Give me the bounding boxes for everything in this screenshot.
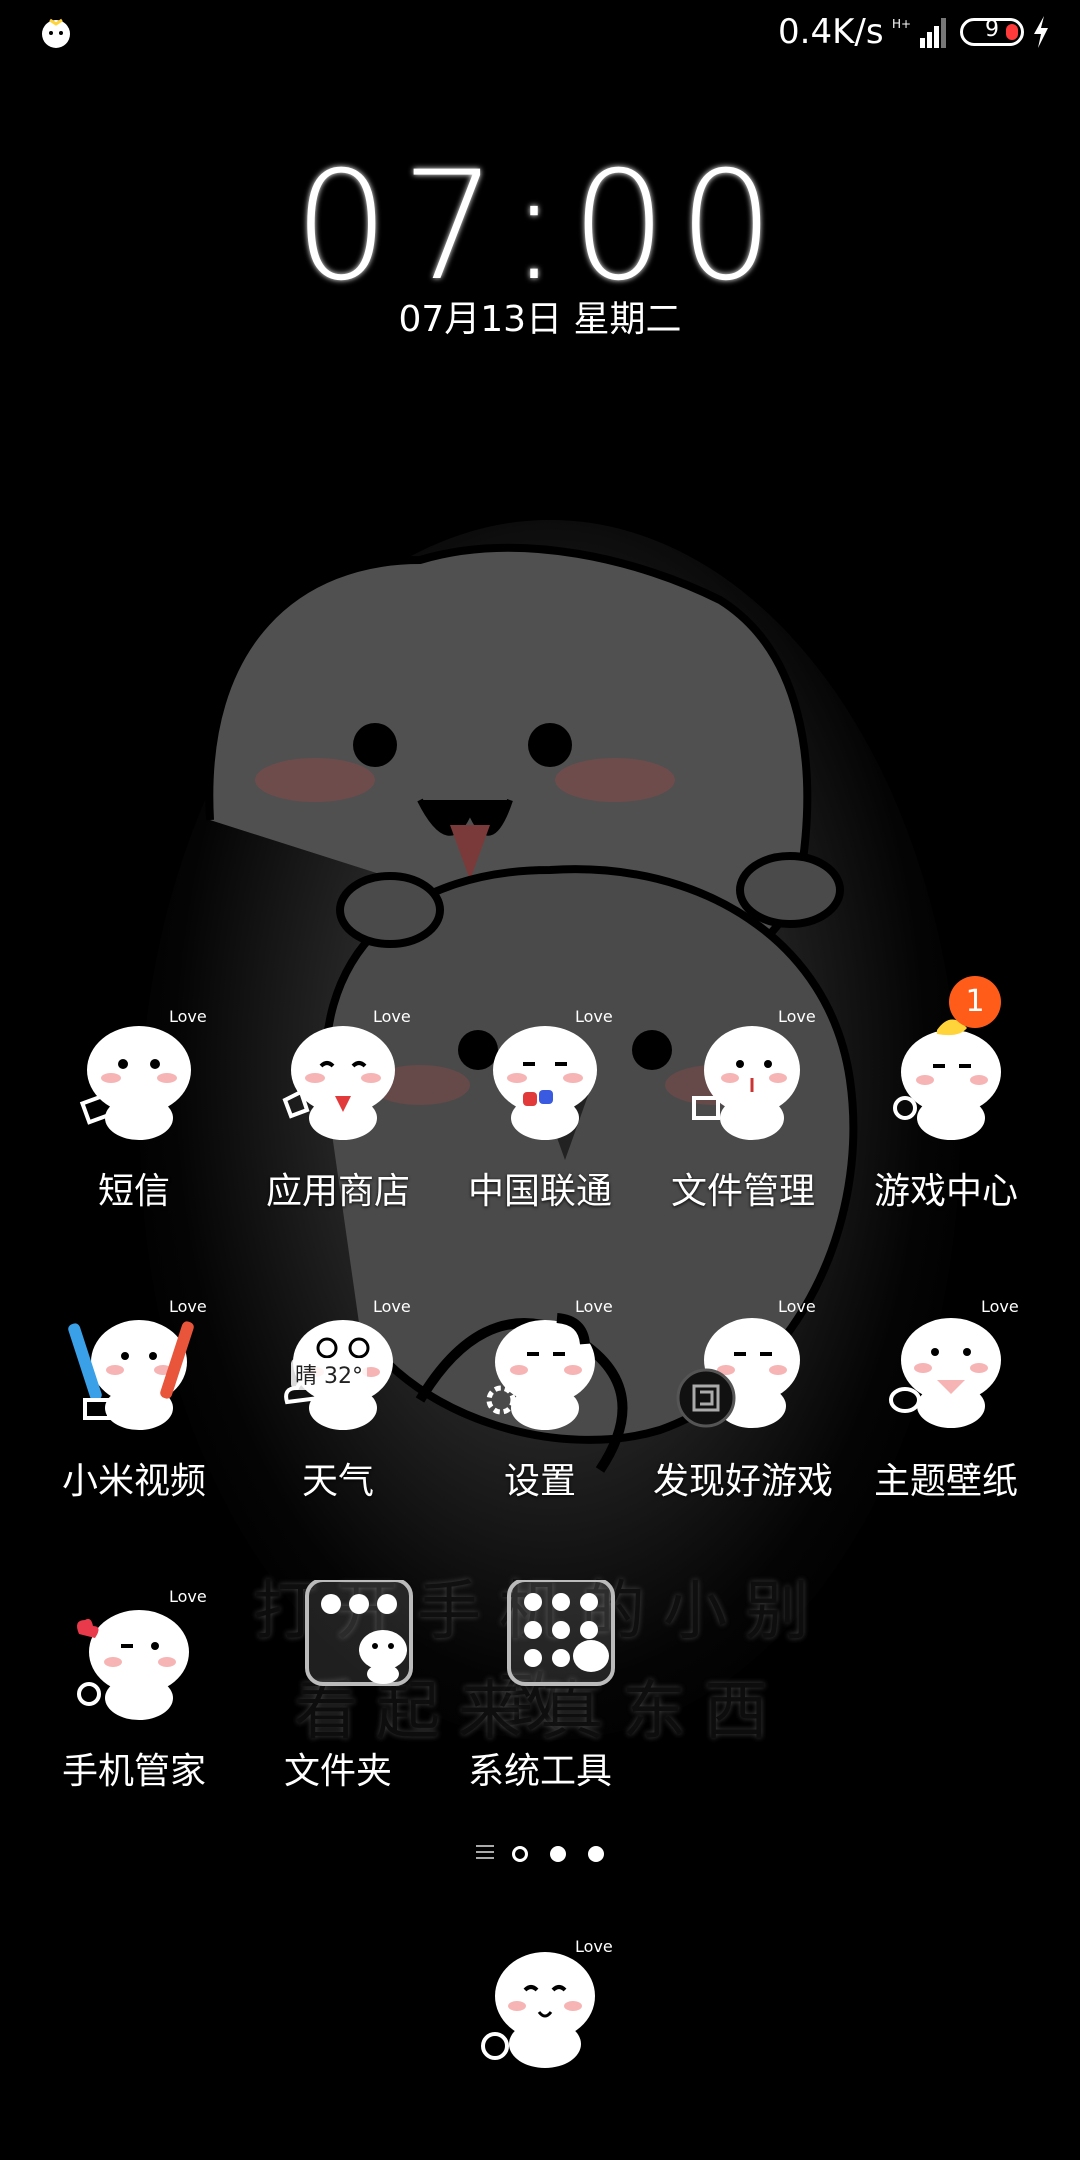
svg-text:Love: Love	[169, 1297, 207, 1316]
app-file-manager[interactable]: Love 文件管理	[643, 1000, 843, 1216]
folder-files[interactable]: 文件夹	[238, 1578, 438, 1796]
page-dot-2[interactable]	[550, 1846, 566, 1862]
svg-text:Love: Love	[575, 1937, 613, 1956]
dock-app-phone[interactable]: Love	[465, 1930, 615, 2080]
app-label: 主题壁纸	[873, 1461, 1018, 1502]
app-china-unicom[interactable]: Love 中国联通	[440, 1000, 640, 1216]
page-indicator[interactable]	[470, 1840, 610, 1870]
app-discover-games[interactable]: Love 发现好游戏	[643, 1290, 843, 1506]
app-label: 文件夹	[283, 1751, 392, 1792]
settings-icon: Love	[465, 1290, 615, 1440]
signal-icon: H+	[892, 17, 946, 48]
china-unicom-icon: Love	[465, 1000, 615, 1150]
app-security[interactable]: Love 手机管家	[34, 1580, 234, 1796]
file-manager-icon: Love	[668, 1000, 818, 1150]
system-tools-icon	[465, 1578, 615, 1730]
page-dot-1[interactable]	[512, 1846, 528, 1862]
app-app-store[interactable]: Love 应用商店	[238, 1000, 438, 1216]
app-label: 系统工具	[467, 1751, 612, 1792]
folder-icon	[263, 1578, 413, 1730]
discover-games-icon: Love	[668, 1290, 818, 1440]
app-label: 手机管家	[61, 1751, 206, 1792]
svg-text:Love: Love	[778, 1007, 816, 1026]
notification-mascot-icon	[42, 18, 70, 48]
app-label: 游戏中心	[873, 1171, 1018, 1212]
clock-time[interactable]: 07:00	[0, 140, 1080, 314]
clock-date[interactable]: 07月13日 星期二	[0, 290, 1080, 342]
app-settings[interactable]: Love 设置	[440, 1290, 640, 1506]
page-dot-3[interactable]	[588, 1846, 604, 1862]
app-label: 短信	[97, 1171, 170, 1212]
menu-icon[interactable]	[476, 1844, 494, 1860]
app-mi-video[interactable]: Love 小米视频	[34, 1290, 234, 1506]
notification-badge: 1	[949, 976, 1001, 1028]
app-store-icon: Love	[263, 1000, 413, 1150]
app-game-center[interactable]: 1 游戏中心	[846, 976, 1046, 1216]
svg-text:Love: Love	[169, 1007, 207, 1026]
app-label: 小米视频	[61, 1461, 206, 1502]
phone-mascot-icon: Love	[481, 1937, 613, 2068]
charging-icon	[1034, 16, 1048, 48]
svg-text:Love: Love	[575, 1007, 613, 1026]
app-label: 发现好游戏	[652, 1461, 833, 1502]
app-themes[interactable]: Love 主题壁纸	[846, 1290, 1046, 1506]
game-center-icon: 1	[871, 976, 1021, 1150]
folder-system-tools[interactable]: 系统工具	[440, 1578, 640, 1796]
app-label: 中国联通	[467, 1171, 612, 1212]
status-bar: 0.4K/s H+ 9	[0, 0, 1080, 70]
network-speed: 0.4K/s	[778, 12, 884, 52]
app-label: 应用商店	[265, 1171, 410, 1212]
security-icon: Love	[59, 1580, 209, 1730]
weather-icon: Love 晴 32°	[263, 1290, 413, 1440]
battery-icon: 9	[960, 17, 1024, 46]
mi-video-icon: Love	[59, 1290, 209, 1440]
app-messages[interactable]: Love 短信	[34, 1000, 234, 1216]
svg-text:Love: Love	[575, 1297, 613, 1316]
svg-text:Love: Love	[778, 1297, 816, 1316]
app-label: 文件管理	[670, 1171, 815, 1212]
app-weather[interactable]: Love 晴 32° 天气	[238, 1290, 438, 1506]
app-label: 设置	[503, 1461, 576, 1502]
svg-text:H+: H+	[892, 17, 911, 31]
svg-text:Love: Love	[981, 1297, 1019, 1316]
app-label: 天气	[301, 1461, 374, 1502]
svg-text:Love: Love	[373, 1007, 411, 1026]
svg-text:Love: Love	[373, 1297, 411, 1316]
weather-reading: 晴 32°	[291, 1358, 367, 1390]
themes-icon: Love	[871, 1290, 1021, 1440]
battery-level: 9	[985, 17, 999, 42]
messages-icon: Love	[59, 1000, 209, 1150]
svg-text:Love: Love	[169, 1587, 207, 1606]
